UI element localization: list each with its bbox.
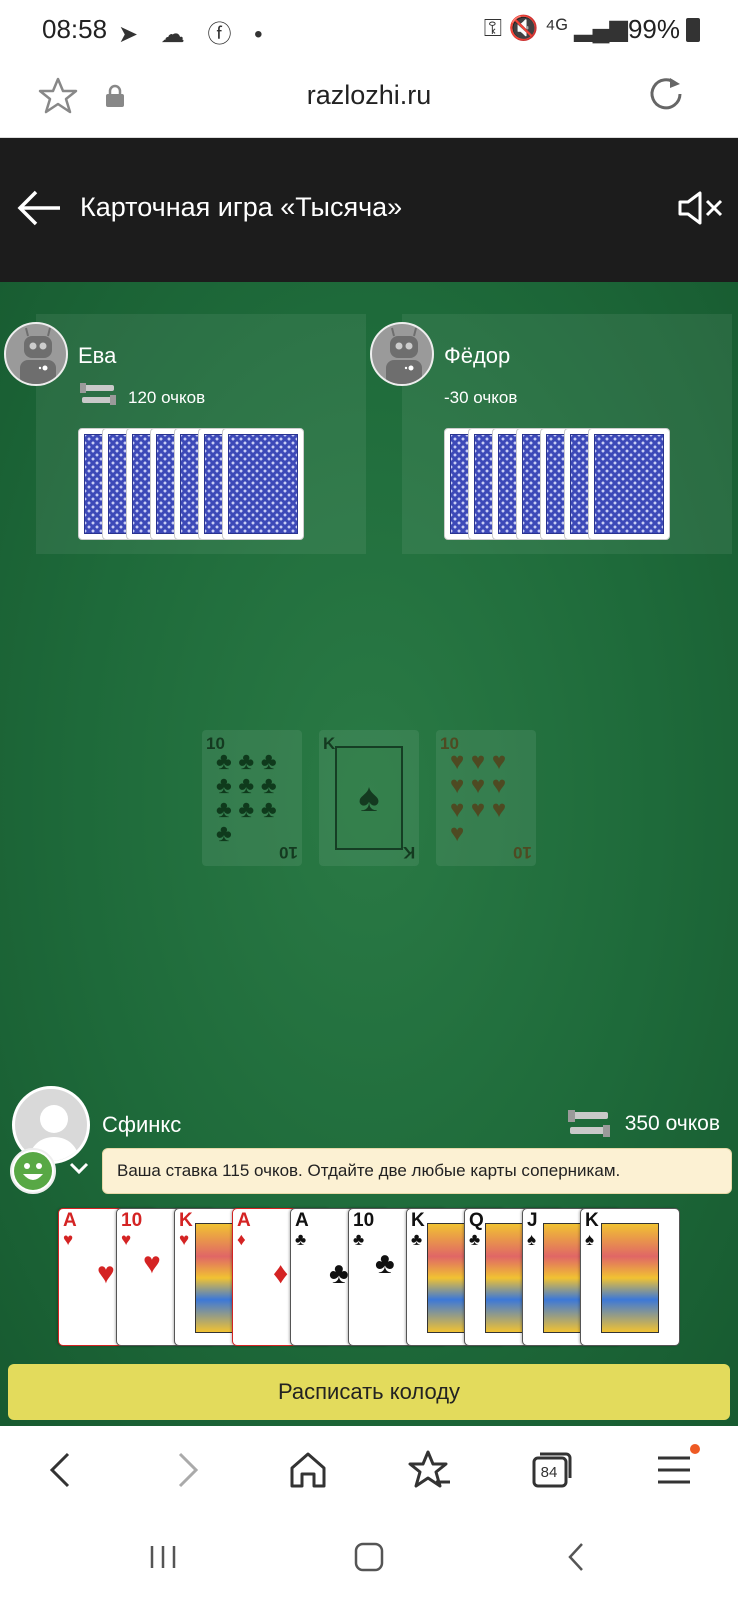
- tabs-button[interactable]: 84: [530, 1448, 574, 1492]
- face-card-art: [601, 1223, 659, 1333]
- card-suit: ♠: [527, 1230, 537, 1249]
- opponent-name: Фёдор: [444, 343, 511, 368]
- card-rank: K: [585, 1210, 599, 1231]
- back-icon[interactable]: [40, 1448, 84, 1492]
- android-nav-bar: [0, 1516, 738, 1599]
- status-bar: 08:58 ➤ ☁ ⓕ • ⚿ 🔇 ⁴ᴳ ▂▄▆ 99%: [0, 0, 738, 58]
- deal-deck-button[interactable]: Расписать колоду: [8, 1364, 730, 1420]
- avatar-bot: [4, 322, 68, 386]
- card-back: [588, 428, 670, 540]
- card-rank: Q: [469, 1210, 484, 1231]
- card-suit: ♦: [237, 1230, 246, 1249]
- home-nav-icon[interactable]: [352, 1540, 386, 1574]
- url-text[interactable]: razlozhi.ru: [0, 80, 738, 111]
- player-name: Сфинкс: [102, 1112, 182, 1137]
- card-rank: K: [179, 1210, 193, 1231]
- recent-apps-icon[interactable]: [146, 1540, 180, 1574]
- home-icon[interactable]: [286, 1448, 330, 1492]
- system-icons: ⚿ 🔇 ⁴ᴳ ▂▄▆: [483, 15, 628, 42]
- hand-card-king-spades[interactable]: K ♠: [580, 1208, 680, 1346]
- card-pips: ♣ ♣ ♣ ♣ ♣ ♣ ♣ ♣ ♣ ♣: [216, 748, 277, 847]
- card-suit: ♣: [411, 1230, 423, 1249]
- trick-card-10-clubs: 10 ♣ ♣ ♣ ♣ ♣ ♣ ♣ ♣ ♣ ♣ 10: [202, 730, 302, 866]
- tabs-count: 84: [540, 1464, 558, 1481]
- card-suit: ♣: [295, 1230, 307, 1249]
- card-rank: K: [411, 1210, 425, 1231]
- notification-dot: [690, 1444, 700, 1454]
- forward-icon[interactable]: [164, 1448, 208, 1492]
- card-rank: A: [237, 1210, 251, 1231]
- chevron-down-icon[interactable]: [68, 1160, 90, 1176]
- card-pips: ♥ ♥ ♥ ♥ ♥ ♥ ♥ ♥ ♥ ♥: [450, 748, 507, 847]
- avatar-bot: [370, 322, 434, 386]
- battery-percent: 99%: [627, 14, 680, 44]
- card-rank: 10: [353, 1210, 375, 1231]
- reload-icon[interactable]: [646, 74, 686, 114]
- opponent-score: -30 очков: [444, 388, 518, 407]
- card-rank: A: [295, 1210, 309, 1231]
- menu-icon[interactable]: [652, 1448, 696, 1492]
- notification-icons: ➤ ☁ ⓕ •: [118, 21, 271, 48]
- opponent-name: Ева: [78, 343, 117, 368]
- card-rank: 10: [279, 843, 298, 862]
- player-score: 350 очков: [624, 1112, 720, 1135]
- card-suit: ♥: [179, 1230, 190, 1249]
- card-rank: K: [402, 843, 415, 862]
- card-rank: A: [63, 1210, 77, 1231]
- card-suit: ♥: [121, 1230, 132, 1249]
- card-rank: 10: [513, 843, 532, 862]
- card-rank: 10: [121, 1210, 143, 1231]
- card-center-suit: ♥: [97, 1257, 115, 1290]
- battery-icon: [686, 18, 700, 42]
- back-nav-icon[interactable]: [560, 1540, 594, 1574]
- emoji-icon[interactable]: [10, 1148, 56, 1194]
- sound-muted-icon[interactable]: [676, 190, 724, 226]
- status-time: 08:58: [42, 14, 108, 44]
- card-rank: K: [323, 734, 336, 753]
- card-suit: ♣: [353, 1230, 365, 1249]
- card-face: ♠: [335, 746, 403, 850]
- bolts-icon: [568, 1110, 610, 1137]
- game-message: Ваша ставка 115 очков. Отдайте две любые…: [102, 1148, 732, 1194]
- browser-address-bar: razlozhi.ru: [0, 58, 738, 138]
- trick-card-king-spades: K ♠ K: [319, 730, 419, 866]
- card-back: [222, 428, 304, 540]
- card-suit: ♠: [585, 1230, 595, 1249]
- card-center-suit: ♣: [375, 1247, 395, 1280]
- card-suit: ♥: [63, 1230, 74, 1249]
- browser-bottom-nav: 84: [0, 1426, 738, 1516]
- bookmarks-icon[interactable]: [408, 1448, 452, 1492]
- card-center-suit: ♣: [329, 1257, 349, 1290]
- opponent-score: 120 очков: [128, 388, 206, 407]
- card-rank: J: [527, 1210, 538, 1231]
- app-header: Карточная игра «Тысяча»: [0, 138, 738, 282]
- card-center-suit: ♥: [143, 1247, 161, 1280]
- bolts-icon: [80, 383, 116, 405]
- card-center-suit: ♦: [273, 1257, 289, 1290]
- card-suit: ♣: [469, 1230, 481, 1249]
- trick-card-10-hearts: 10 ♥ ♥ ♥ ♥ ♥ ♥ ♥ ♥ ♥ ♥ 10: [436, 730, 536, 866]
- back-arrow-icon[interactable]: [16, 188, 62, 228]
- page-title: Карточная игра «Тысяча»: [80, 192, 403, 222]
